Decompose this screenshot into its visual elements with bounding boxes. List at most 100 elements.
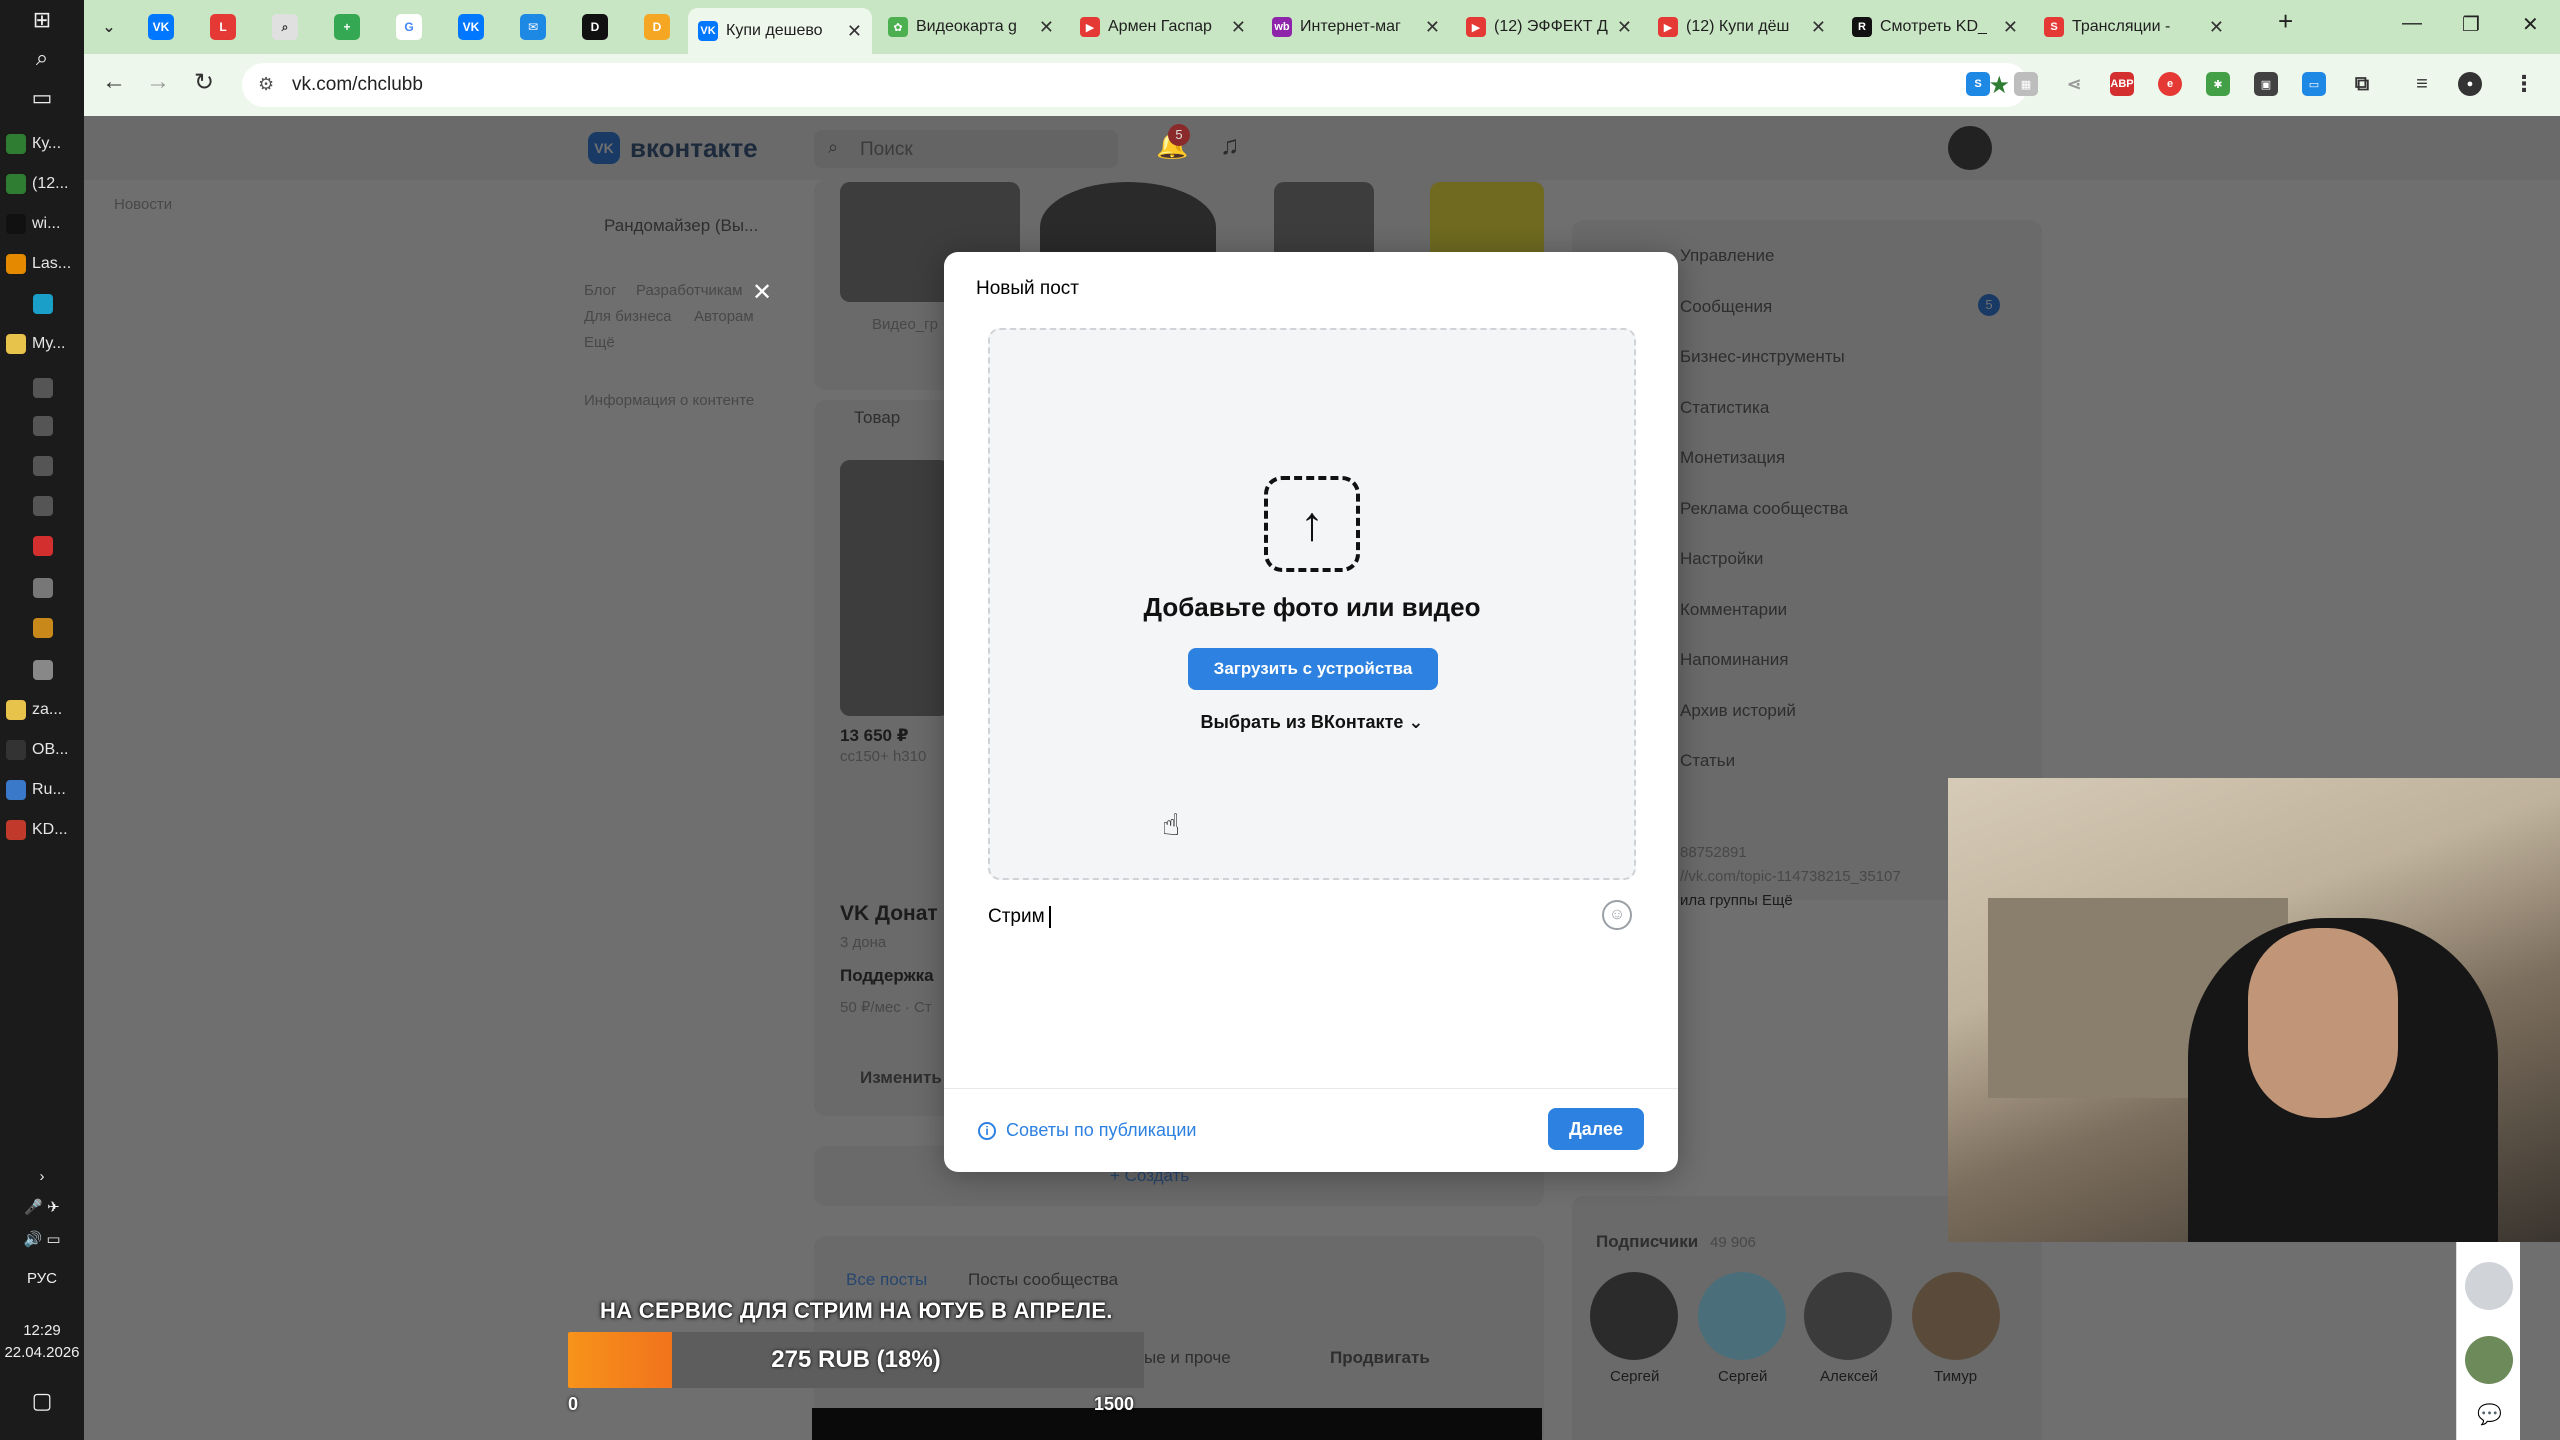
show-hidden-icons-chevron[interactable]: › xyxy=(0,1168,84,1185)
music-icon[interactable]: ♫ xyxy=(1220,130,1240,161)
browser-tab-3[interactable]: wb Интернет-маг ✕ xyxy=(1262,8,1450,46)
browser-tab-6[interactable]: R Смотреть KD_ ✕ xyxy=(1842,8,2028,46)
tab-search-chevron-icon[interactable]: ⌄ xyxy=(96,14,122,40)
footer-link-more[interactable]: Ещё xyxy=(584,334,615,351)
browser-tab-4[interactable]: ▶ (12) ЭФФЕКТ Д ✕ xyxy=(1456,8,1642,46)
right-menu-item-5[interactable]: Реклама сообщества xyxy=(1680,499,1848,519)
tab-close-icon[interactable]: ✕ xyxy=(1231,17,1246,38)
notifications-icon[interactable]: ▢ xyxy=(0,1388,84,1414)
upload-from-device-button[interactable]: Загрузить с устройства xyxy=(1188,648,1438,690)
share-icon[interactable]: ⋖ xyxy=(2062,72,2086,96)
extensions-puzzle-icon[interactable]: ⧉ xyxy=(2350,72,2374,96)
tab-close-icon[interactable]: ✕ xyxy=(2209,17,2224,38)
left-menu-randomizer[interactable]: Рандомайзер (Вы... xyxy=(604,216,758,236)
media-dropzone[interactable]: ↑ Добавьте фото или видео Загрузить с ус… xyxy=(988,328,1636,880)
browser-menu-icon[interactable]: ⋮ xyxy=(2512,71,2536,96)
address-bar[interactable]: ⚙ vk.com/chclubb ★ xyxy=(242,63,2028,107)
subscriber-avatar-3[interactable] xyxy=(1804,1272,1892,1360)
taskbar-app-2[interactable]: wi... xyxy=(6,206,80,242)
taskbar-app-6[interactable] xyxy=(6,370,80,406)
bookmark-star-icon[interactable]: ★ xyxy=(1988,71,2010,100)
footer-link-authors[interactable]: Авторам xyxy=(694,308,754,325)
side-avatar-placeholder[interactable] xyxy=(2465,1262,2513,1310)
search-icon[interactable]: ⌕ xyxy=(0,38,84,78)
tab-all-posts[interactable]: Все посты xyxy=(846,1270,927,1290)
language-indicator[interactable]: РУС xyxy=(0,1270,84,1287)
forward-arrow-icon[interactable]: → xyxy=(146,68,170,96)
post-text-input[interactable]: Стрим xyxy=(988,906,1051,928)
content-info-link[interactable]: Информация о контенте xyxy=(584,392,754,409)
pinned-tab-vk[interactable]: VK xyxy=(148,14,174,40)
right-menu-item-3[interactable]: Статистика xyxy=(1680,398,1769,418)
pinned-tab-search[interactable]: ⌕ xyxy=(272,14,298,40)
reload-icon[interactable]: ↻ xyxy=(194,68,214,97)
right-menu-item-7[interactable]: Комментарии xyxy=(1680,600,1787,620)
vk-logo[interactable]: VK вконтакте xyxy=(588,132,758,164)
clock-time[interactable]: 12:29 xyxy=(0,1322,84,1339)
subscriber-avatar-2[interactable] xyxy=(1698,1272,1786,1360)
next-button[interactable]: Далее xyxy=(1548,1108,1644,1150)
tab-close-icon[interactable]: ✕ xyxy=(2003,17,2018,38)
footer-link-business[interactable]: Для бизнеса xyxy=(584,308,672,325)
browser-tab-0[interactable]: VK Купи дешево ✕ xyxy=(688,8,872,54)
right-menu-item-9[interactable]: Архив историй xyxy=(1680,701,1796,721)
task-view-icon[interactable]: ▭ xyxy=(0,78,84,118)
extension-sync-icon[interactable]: S xyxy=(1966,72,1990,96)
taskbar-app-9[interactable] xyxy=(6,488,80,524)
feed-filter-label[interactable]: ые и проче xyxy=(1144,1348,1231,1368)
taskbar-app-4[interactable] xyxy=(6,286,80,322)
extension-window-icon[interactable]: ▭ xyxy=(2302,72,2326,96)
pinned-tab-d-orange[interactable]: D xyxy=(644,14,670,40)
extension-red-icon[interactable]: e xyxy=(2158,72,2182,96)
browser-tab-5[interactable]: ▶ (12) Купи дёш ✕ xyxy=(1648,8,1836,46)
clock-date[interactable]: 22.04.2026 xyxy=(0,1344,84,1361)
right-menu-item-1[interactable]: Сообщения xyxy=(1680,297,1772,317)
pinned-tab-d[interactable]: D xyxy=(582,14,608,40)
right-menu-item-4[interactable]: Монетизация xyxy=(1680,448,1785,468)
subscribers-label[interactable]: Подписчики xyxy=(1596,1232,1698,1252)
extension-puzzle-color-icon[interactable]: ✱ xyxy=(2206,72,2230,96)
taskbar-app-16[interactable]: Ru... xyxy=(6,772,80,808)
taskbar-app-0[interactable]: Ку... xyxy=(6,126,80,162)
profile-avatar-icon[interactable]: ● xyxy=(2458,72,2482,96)
pinned-tab-sheets[interactable]: + xyxy=(334,14,360,40)
tab-close-icon[interactable]: ✕ xyxy=(1425,17,1440,38)
vk-search-input[interactable]: ⌕ Поиск xyxy=(814,130,1118,168)
chat-bubble-icon[interactable]: 💬 xyxy=(2477,1402,2502,1427)
emoji-icon[interactable]: ☺ xyxy=(1602,900,1632,930)
right-menu-item-2[interactable]: Бизнес-инструменты xyxy=(1680,347,1845,367)
tab-close-icon[interactable]: ✕ xyxy=(1039,17,1054,38)
right-menu-item-0[interactable]: Управление xyxy=(1680,246,1775,266)
pinned-tab-live[interactable]: L xyxy=(210,14,236,40)
footer-link-blog[interactable]: Блог xyxy=(584,282,616,299)
media-controls-icon[interactable]: ≡ xyxy=(2410,72,2434,96)
right-menu-item-8[interactable]: Напоминания xyxy=(1680,650,1789,670)
browser-tab-1[interactable]: ✿ Видеокарта g ✕ xyxy=(878,8,1064,46)
taskbar-app-13[interactable] xyxy=(6,652,80,688)
taskbar-app-17[interactable]: KD... xyxy=(6,812,80,848)
user-avatar[interactable] xyxy=(1948,126,1992,170)
pinned-tab-google[interactable]: G xyxy=(396,14,422,40)
side-avatar-user[interactable] xyxy=(2465,1336,2513,1384)
change-button[interactable]: Изменить xyxy=(860,1068,942,1088)
tab-close-icon[interactable]: ✕ xyxy=(847,21,862,42)
tray-sound-network[interactable]: 🔊 ▭ xyxy=(0,1230,84,1248)
right-menu-item-6[interactable]: Настройки xyxy=(1680,549,1763,569)
pinned-tab-vk-2[interactable]: VK xyxy=(458,14,484,40)
extension-dark-icon[interactable]: ▣ xyxy=(2254,72,2278,96)
taskbar-app-3[interactable]: Las... xyxy=(6,246,80,282)
left-menu-news[interactable]: Новости xyxy=(114,196,172,213)
back-arrow-icon[interactable]: ← xyxy=(102,68,126,96)
minimize-button[interactable]: — xyxy=(2402,12,2422,35)
taskbar-app-1[interactable]: (12... xyxy=(6,166,80,202)
subscriber-avatar-4[interactable] xyxy=(1912,1272,2000,1360)
tab-close-icon[interactable]: ✕ xyxy=(1617,17,1632,38)
close-icon[interactable]: ✕ xyxy=(752,278,772,307)
browser-tab-7[interactable]: S Трансляции - ✕ xyxy=(2034,8,2234,46)
tab-community-posts[interactable]: Посты сообщества xyxy=(968,1270,1118,1290)
footer-link-developers[interactable]: Разработчикам xyxy=(636,282,742,299)
taskbar-app-14[interactable]: za... xyxy=(6,692,80,728)
pinned-tab-mail[interactable]: ✉ xyxy=(520,14,546,40)
restore-button[interactable]: ❐ xyxy=(2462,12,2480,37)
group-rules[interactable]: ила группы Ещё xyxy=(1680,892,1793,909)
